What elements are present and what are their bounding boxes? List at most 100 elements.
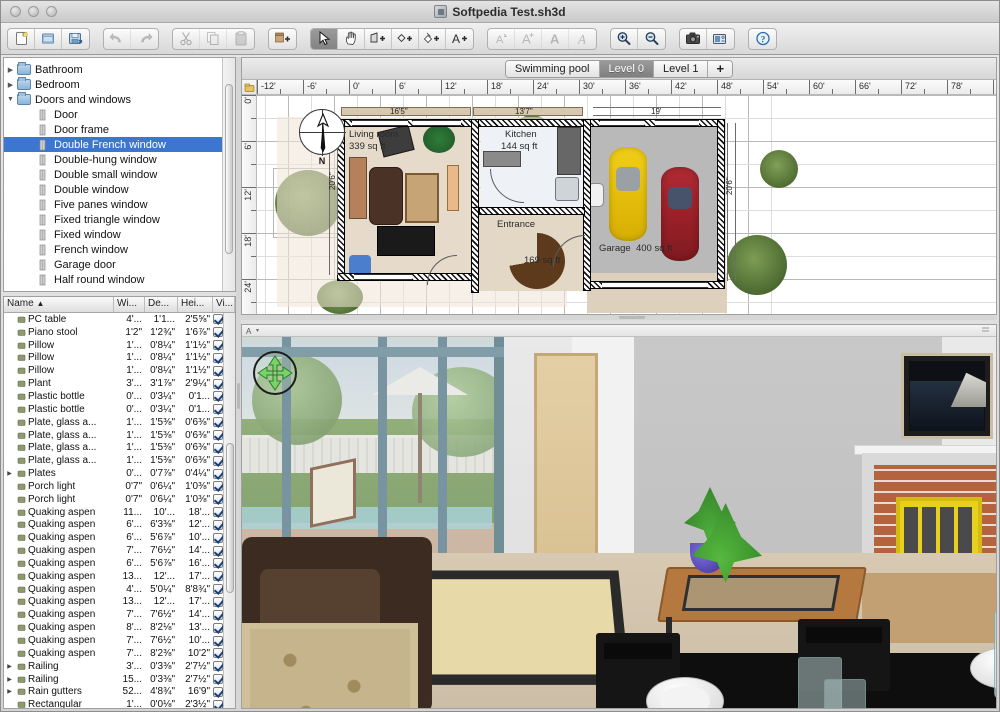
column-header-name[interactable]: Name ▲ bbox=[4, 297, 114, 312]
furniture-visible-cell[interactable] bbox=[213, 314, 223, 324]
furniture-table-row[interactable]: Quaking aspen13...12'...17'... bbox=[4, 596, 223, 609]
visible-checkbox[interactable] bbox=[213, 533, 223, 543]
furniture-table-row[interactable]: Plate, glass a...1'...1'5⅜"0'6⅜" bbox=[4, 416, 223, 429]
furniture-visible-cell[interactable] bbox=[213, 340, 223, 350]
furniture-table-row[interactable]: Plastic bottle0'...0'3¼"0'1... bbox=[4, 403, 223, 416]
visible-checkbox[interactable] bbox=[213, 314, 223, 324]
visible-checkbox[interactable] bbox=[213, 571, 223, 581]
catalog-item-bedroom[interactable]: ▶Bedroom bbox=[4, 77, 222, 92]
catalog-item-door-frame[interactable]: Door frame bbox=[4, 122, 222, 137]
catalog-item-french-window[interactable]: French window bbox=[4, 242, 222, 257]
furniture-visible-cell[interactable] bbox=[213, 546, 223, 556]
furniture-table-row[interactable]: Quaking aspen4'...5'0¼"8'8¾" bbox=[4, 583, 223, 596]
visible-checkbox[interactable] bbox=[213, 443, 223, 453]
visible-checkbox[interactable] bbox=[213, 391, 223, 401]
visible-checkbox[interactable] bbox=[213, 417, 223, 427]
furniture-visible-cell[interactable] bbox=[213, 379, 223, 389]
furniture-table-row[interactable]: Piano stool1'2"1'2¾"1'6⅞" bbox=[4, 326, 223, 339]
furniture-visible-cell[interactable] bbox=[213, 700, 223, 708]
visible-checkbox[interactable] bbox=[213, 327, 223, 337]
visible-checkbox[interactable] bbox=[213, 507, 223, 517]
catalog-item-double-french-window[interactable]: Double French window bbox=[4, 137, 222, 152]
select-mode-button[interactable] bbox=[311, 29, 338, 49]
furniture-visible-cell[interactable] bbox=[213, 558, 223, 568]
level-tab-level-1[interactable]: Level 1 bbox=[654, 61, 708, 77]
chevron-down-icon[interactable]: ▼ bbox=[4, 96, 17, 103]
plan-view[interactable]: -12'-6'0'6'12'18'24'30'36'42'48'54'60'66… bbox=[242, 80, 996, 314]
add-text-button[interactable]: A bbox=[446, 29, 473, 49]
furniture-visible-cell[interactable] bbox=[213, 430, 223, 440]
furniture-table-row[interactable]: Quaking aspen13...12'...17'... bbox=[4, 570, 223, 583]
furniture-visible-cell[interactable] bbox=[213, 456, 223, 466]
furniture-table-row[interactable]: Plastic bottle0'...0'3¼"0'1... bbox=[4, 390, 223, 403]
chevron-right-icon[interactable]: ▶ bbox=[4, 66, 17, 74]
furniture-table-row[interactable]: Plate, glass a...1'...1'5⅜"0'6⅜" bbox=[4, 429, 223, 442]
furniture-visible-cell[interactable] bbox=[213, 507, 223, 517]
furniture-table-row[interactable]: Rectangular1'...0'0⅛"2'3½" bbox=[4, 698, 223, 708]
redo-button[interactable] bbox=[131, 29, 158, 49]
zoom-out-button[interactable] bbox=[638, 29, 665, 49]
visible-checkbox[interactable] bbox=[213, 597, 223, 607]
column-header-depth[interactable]: De... bbox=[145, 297, 178, 312]
furniture-table-row[interactable]: Porch light0'7"0'6¼"1'0⅜" bbox=[4, 480, 223, 493]
furniture-visible-cell[interactable] bbox=[213, 571, 223, 581]
furniture-visible-cell[interactable] bbox=[213, 417, 223, 427]
furniture-visible-cell[interactable] bbox=[213, 597, 223, 607]
furniture-visible-cell[interactable] bbox=[213, 404, 223, 414]
furniture-visible-cell[interactable] bbox=[213, 687, 223, 697]
furniture-visible-cell[interactable] bbox=[213, 623, 223, 633]
column-header-visible[interactable]: Vi... bbox=[213, 297, 235, 312]
create-video-button[interactable] bbox=[707, 29, 734, 49]
undo-button[interactable] bbox=[104, 29, 131, 49]
furniture-table-row[interactable]: ▶Plates0'...0'7⅞"0'4¼" bbox=[4, 467, 223, 480]
level-tab-level-0[interactable]: Level 0 bbox=[600, 61, 654, 77]
chevron-right-icon[interactable]: ▶ bbox=[4, 676, 15, 683]
add-furniture-button[interactable] bbox=[269, 29, 296, 49]
compass-rose[interactable]: N bbox=[299, 109, 345, 155]
furniture-visible-cell[interactable] bbox=[213, 674, 223, 684]
visible-checkbox[interactable] bbox=[213, 456, 223, 466]
furniture-list-table[interactable]: Name ▲ Wi... De... Hei... Vi... PC table… bbox=[3, 296, 236, 709]
help-button[interactable]: ? bbox=[749, 29, 776, 49]
bold-style-button[interactable]: A bbox=[542, 29, 569, 49]
visible-checkbox[interactable] bbox=[213, 558, 223, 568]
furniture-visible-cell[interactable] bbox=[213, 353, 223, 363]
catalog-item-double-window[interactable]: Double window bbox=[4, 182, 222, 197]
furniture-visible-cell[interactable] bbox=[213, 648, 223, 658]
furniture-table-row[interactable]: Pillow1'...0'8¼"1'1½" bbox=[4, 364, 223, 377]
catalog-item-fixed-window[interactable]: Fixed window bbox=[4, 227, 222, 242]
catalog-item-bathroom[interactable]: ▶Bathroom bbox=[4, 62, 222, 77]
chevron-right-icon[interactable]: ▶ bbox=[4, 663, 15, 670]
visible-checkbox[interactable] bbox=[213, 520, 223, 530]
column-header-width[interactable]: Wi... bbox=[114, 297, 145, 312]
furniture-table-row[interactable]: Pillow1'...0'8¼"1'1½" bbox=[4, 339, 223, 352]
decrease-text-size-button[interactable]: A bbox=[488, 29, 515, 49]
furniture-visible-cell[interactable] bbox=[213, 610, 223, 620]
visible-checkbox[interactable] bbox=[213, 623, 223, 633]
furniture-visible-cell[interactable] bbox=[213, 533, 223, 543]
furniture-table-row[interactable]: Plate, glass a...1'...1'5⅜"0'6⅜" bbox=[4, 441, 223, 454]
cut-button[interactable] bbox=[173, 29, 200, 49]
create-walls-button[interactable] bbox=[365, 29, 392, 49]
create-photo-button[interactable] bbox=[680, 29, 707, 49]
view3d-canvas[interactable] bbox=[242, 337, 996, 708]
furniture-table-row[interactable]: ▶Railing3'...0'3⅜"2'7½" bbox=[4, 660, 223, 673]
furniture-visible-cell[interactable] bbox=[213, 636, 223, 646]
furniture-table-row[interactable]: ▶Railing15...0'3⅜"2'7½" bbox=[4, 673, 223, 686]
create-dimensions-button[interactable] bbox=[419, 29, 446, 49]
catalog-item-five-panes-window[interactable]: Five panes window bbox=[4, 197, 222, 212]
visible-checkbox[interactable] bbox=[213, 366, 223, 376]
zoom-button[interactable] bbox=[46, 6, 57, 17]
furniture-table-row[interactable]: Porch light0'7"0'6¼"1'0⅜" bbox=[4, 493, 223, 506]
open-button[interactable] bbox=[35, 29, 62, 49]
catalog-scrollbar[interactable] bbox=[222, 58, 235, 291]
visible-checkbox[interactable] bbox=[213, 481, 223, 491]
furniture-visible-cell[interactable] bbox=[213, 443, 223, 453]
furniture-table-row[interactable]: Quaking aspen6'...5'6⅞"10'... bbox=[4, 531, 223, 544]
new-home-button[interactable] bbox=[8, 29, 35, 49]
horizontal-splitter[interactable] bbox=[241, 315, 997, 320]
furniture-table-row[interactable]: PC table4'...1'1...2'5⅝" bbox=[4, 313, 223, 326]
copy-button[interactable] bbox=[200, 29, 227, 49]
plan-canvas[interactable]: Living room 339 sq ft Kitchen 144 sq ft bbox=[257, 95, 996, 314]
furniture-visible-cell[interactable] bbox=[213, 661, 223, 671]
